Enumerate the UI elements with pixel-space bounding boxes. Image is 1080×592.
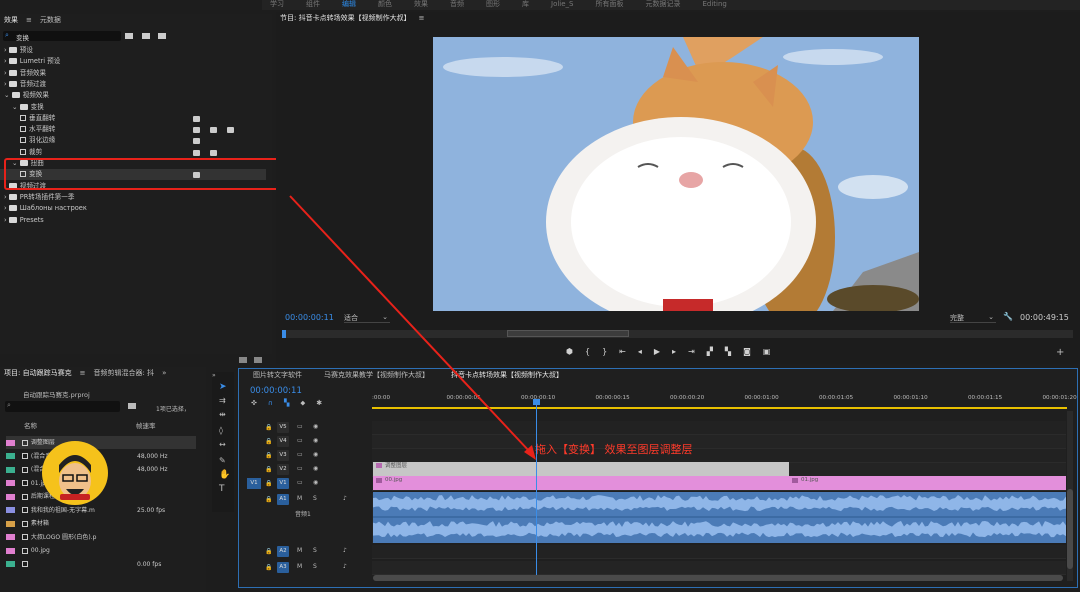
annotation-arrow <box>289 195 536 460</box>
